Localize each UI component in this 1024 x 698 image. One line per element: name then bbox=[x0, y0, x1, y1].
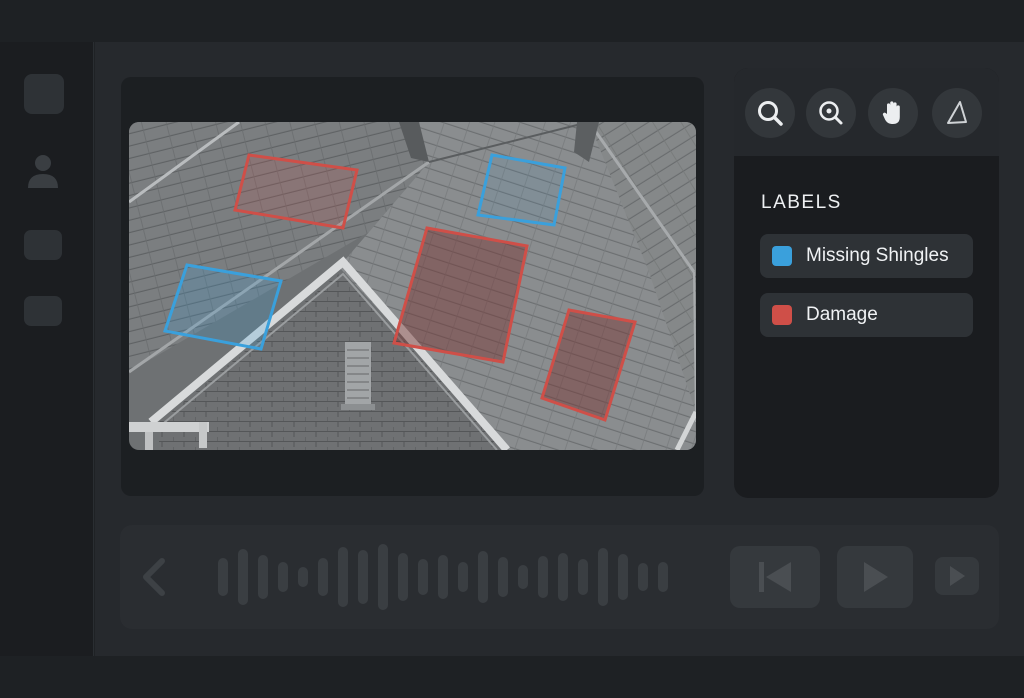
waveform-bar bbox=[518, 565, 528, 589]
waveform-bar bbox=[598, 548, 608, 606]
waveform-bar bbox=[338, 547, 348, 607]
waveform-bar bbox=[418, 559, 428, 595]
waveform-bar bbox=[358, 550, 368, 604]
sidebar bbox=[0, 42, 94, 656]
label-name: Missing Shingles bbox=[806, 245, 949, 266]
step-forward-icon bbox=[950, 566, 965, 586]
skip-back-icon bbox=[759, 562, 791, 592]
label-damage[interactable]: Damage bbox=[760, 293, 973, 337]
label-color-swatch bbox=[772, 305, 792, 325]
sidebar-item-button[interactable] bbox=[24, 296, 62, 326]
waveform-bar bbox=[658, 562, 668, 592]
waveform-bar bbox=[578, 559, 588, 595]
waveform-bar bbox=[538, 556, 548, 598]
play-icon bbox=[864, 562, 888, 592]
labels-heading: LABELS bbox=[761, 192, 842, 213]
waveform-bar bbox=[378, 544, 388, 610]
waveform-bar bbox=[638, 563, 648, 591]
bottom-bar bbox=[0, 656, 1024, 698]
waveform-bar bbox=[558, 553, 568, 601]
pan-hand-icon bbox=[882, 101, 900, 124]
sidebar-home-button[interactable] bbox=[24, 74, 64, 114]
waveform-bar bbox=[298, 567, 308, 587]
polygon-tool-button[interactable] bbox=[932, 88, 982, 138]
waveform-bar bbox=[238, 549, 248, 605]
zoom-tool-button[interactable] bbox=[806, 88, 856, 138]
annotation-box[interactable] bbox=[476, 153, 567, 227]
waveform-bar bbox=[458, 562, 468, 592]
waveform-bar bbox=[618, 554, 628, 600]
waveform-bar bbox=[478, 551, 488, 603]
pan-tool-button[interactable] bbox=[868, 88, 918, 138]
label-name: Damage bbox=[806, 304, 878, 325]
search-tool-button[interactable] bbox=[745, 88, 795, 138]
user-icon[interactable] bbox=[26, 154, 60, 190]
polygon-icon bbox=[947, 101, 967, 124]
top-bar bbox=[0, 0, 1024, 42]
right-panel: LABELS Missing Shingles Damage bbox=[734, 68, 999, 498]
tool-bar bbox=[734, 68, 999, 156]
step-forward-button[interactable] bbox=[935, 557, 979, 595]
audio-waveform[interactable] bbox=[212, 535, 682, 619]
waveform-bar bbox=[398, 553, 408, 601]
roof-image-canvas[interactable] bbox=[129, 122, 696, 450]
waveform-bar bbox=[258, 555, 268, 599]
playback-timeline bbox=[120, 525, 999, 629]
waveform-bar bbox=[438, 555, 448, 599]
play-button[interactable] bbox=[837, 546, 913, 608]
waveform-bar bbox=[318, 558, 328, 596]
waveform-bar bbox=[498, 557, 508, 597]
search-icon bbox=[758, 101, 783, 126]
label-missing-shingles[interactable]: Missing Shingles bbox=[760, 234, 973, 278]
roof-image[interactable] bbox=[129, 122, 696, 450]
skip-back-button[interactable] bbox=[730, 546, 820, 608]
label-color-swatch bbox=[772, 246, 792, 266]
waveform-bar bbox=[218, 558, 228, 596]
sidebar-item-button[interactable] bbox=[24, 230, 62, 260]
zoom-in-icon bbox=[819, 101, 843, 125]
chevron-left-icon[interactable] bbox=[136, 557, 172, 597]
waveform-bar bbox=[278, 562, 288, 592]
